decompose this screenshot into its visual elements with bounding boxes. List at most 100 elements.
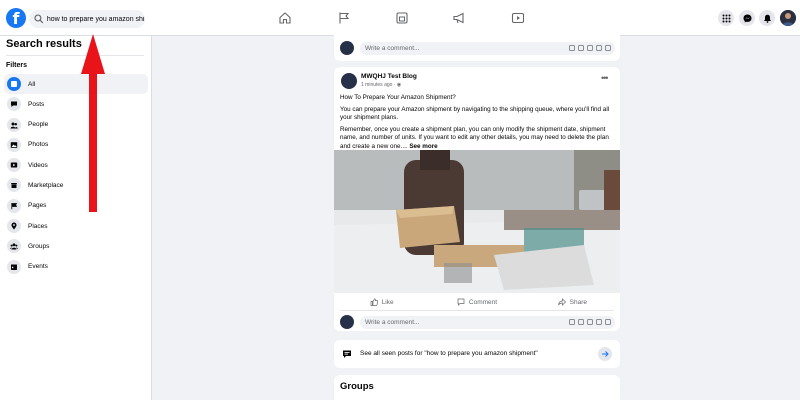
post-paragraph: How To Prepare Your Amazon Shipment? [340,94,456,101]
people-icon [7,117,21,132]
share-label: Share [569,298,587,306]
previous-post-footer: Write a comment... [334,30,620,61]
videos-icon [7,158,21,173]
commenter-avatar [340,315,354,329]
see-all-text: See all seen posts for "how to prepare y… [360,350,538,357]
gif-icon[interactable] [596,319,602,325]
comment-row: Write a comment... [340,41,615,55]
emoji-icon[interactable] [578,319,584,325]
groups-icon [7,239,21,254]
sidebar-item-people[interactable]: People [4,115,148,135]
comment-icon [457,298,465,306]
avatar-sticker-icon[interactable] [569,45,575,51]
search-sidebar: Search results Filters All Posts People … [0,36,152,400]
post-author[interactable]: MWQHJ Test Blog [361,73,417,80]
sidebar-item-label: Pages [28,202,47,210]
emoji-icon[interactable] [578,45,584,51]
sidebar-item-label: Events [28,263,48,271]
search-input[interactable] [46,15,145,23]
pages-icon [7,198,21,213]
facebook-logo[interactable]: f [6,8,26,28]
post-actions: Like Comment Share [334,295,620,309]
sidebar-item-label: All [28,80,36,88]
home-icon[interactable] [278,11,292,25]
comment-tools [569,45,611,51]
like-icon [370,298,378,306]
sticker-icon[interactable] [605,319,611,325]
sidebar-item-label: Videos [28,161,48,169]
sidebar-item-label: Groups [28,242,50,250]
search-box[interactable] [29,10,145,28]
globe-icon: ◉ [396,82,402,88]
menu-grid-icon[interactable] [718,10,734,26]
profile-avatar[interactable] [780,10,796,26]
sidebar-item-label: Marketplace [28,181,64,189]
camera-icon[interactable] [587,45,593,51]
sidebar-item-all[interactable]: All [4,74,148,94]
sticker-icon[interactable] [605,45,611,51]
sidebar-item-label: Posts [28,100,45,108]
sidebar-item-label: People [28,121,49,129]
sidebar-item-label: Places [28,222,48,230]
see-all-posts-link[interactable]: See all seen posts for "how to prepare y… [334,340,620,368]
sidebar-item-posts[interactable]: Posts [4,94,148,114]
post-image[interactable] [334,150,620,293]
posts-icon [343,350,351,358]
sidebar-divider [6,55,144,56]
author-avatar[interactable] [341,73,357,89]
comment-label: Comment [468,298,498,306]
watch-icon[interactable] [511,11,525,25]
avatar-sticker-icon[interactable] [569,319,575,325]
events-icon [7,259,21,274]
post-body: How To Prepare Your Amazon Shipment? You… [340,94,616,154]
share-icon [557,298,566,306]
all-icon [7,77,21,91]
commenter-avatar [340,41,354,55]
post-paragraph: You can prepare your Amazon shipment by … [340,105,610,122]
marketplace-icon[interactable] [395,11,409,25]
filter-list: All Posts People Photos Videos Marketpla… [4,74,148,277]
post-time-text: 1 minutes ago · [361,82,397,88]
comment-tools [569,319,611,325]
camera-icon[interactable] [587,319,593,325]
see-more-link[interactable]: See more [409,143,437,150]
sidebar-item-pages[interactable]: Pages [4,196,148,216]
share-button[interactable]: Share [525,295,620,309]
search-icon [34,14,44,24]
search-results-title: Search results [6,38,82,50]
sidebar-item-photos[interactable]: Photos [4,135,148,155]
red-arrow-annotation [81,34,105,212]
comment-input[interactable]: Write a comment... [360,315,615,329]
notifications-icon[interactable] [759,10,775,26]
megaphone-icon[interactable] [452,11,466,25]
flag-icon[interactable] [337,11,351,25]
like-label: Like [381,298,394,306]
post-paragraph-text: Remember, once you create a shipment pla… [340,125,609,150]
sidebar-item-events[interactable]: Events [4,257,148,277]
more-options-icon[interactable]: ••• [601,73,609,83]
marketplace-icon [7,178,21,193]
photos-icon [7,137,21,152]
sidebar-item-marketplace[interactable]: Marketplace [4,175,148,195]
places-icon [7,219,21,234]
groups-section: Groups [334,375,620,400]
post-divider [340,310,614,311]
post-timestamp[interactable]: 1 minutes ago · ◉ [361,82,401,88]
comment-placeholder: Write a comment... [365,318,420,326]
gif-icon[interactable] [596,45,602,51]
messenger-icon[interactable] [739,10,755,26]
arrow-right-icon[interactable] [598,347,612,361]
sidebar-item-places[interactable]: Places [4,216,148,236]
post-paragraph: Remember, once you create a shipment pla… [340,126,616,152]
comment-placeholder: Write a comment... [365,44,420,52]
comment-input[interactable]: Write a comment... [360,41,615,55]
comment-button[interactable]: Comment [429,295,524,309]
posts-icon [7,97,21,112]
comment-row: Write a comment... [340,315,615,329]
like-button[interactable]: Like [334,295,429,309]
groups-title: Groups [340,381,374,392]
sidebar-item-groups[interactable]: Groups [4,236,148,256]
sidebar-item-videos[interactable]: Videos [4,155,148,175]
sidebar-item-label: Photos [28,141,49,149]
post-card: MWQHJ Test Blog 1 minutes ago · ◉ ••• Ho… [334,67,620,331]
